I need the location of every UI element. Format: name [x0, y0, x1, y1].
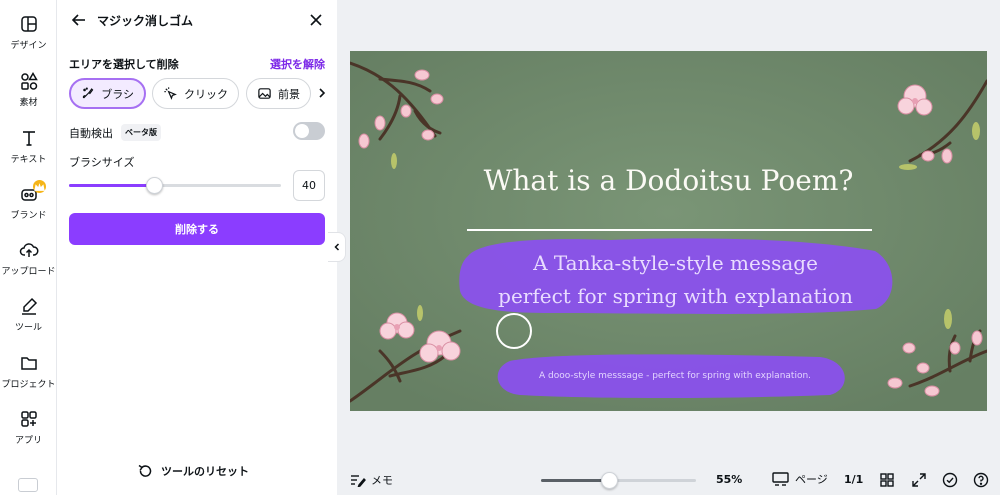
- rail-label-uploads: アップロード: [1, 267, 56, 277]
- brush-size-label: ブラシサイズ: [69, 156, 135, 169]
- pages-button[interactable]: ページ: [772, 471, 828, 487]
- pages-label: ページ: [795, 473, 828, 486]
- panel-header: マジック消しゴム: [57, 0, 337, 40]
- rail-label-design: デザイン: [10, 41, 47, 51]
- grid-view-icon[interactable]: [879, 472, 895, 488]
- brush-size-input[interactable]: 40: [293, 170, 325, 201]
- beta-badge: ベータ版: [121, 124, 161, 141]
- mode-foreground-label: 前景: [278, 87, 300, 101]
- rail-item-uploads[interactable]: アップロード: [0, 240, 57, 288]
- magic-click-icon: [164, 87, 177, 100]
- title-divider: [467, 229, 872, 231]
- rail-label-brand: ブランド: [10, 211, 47, 221]
- rail-item-design[interactable]: デザイン: [0, 14, 57, 62]
- rail-label-tools: ツール: [14, 323, 42, 333]
- rail-item-elements[interactable]: 素材: [0, 71, 57, 119]
- slide-caption[interactable]: A dooo-style messsage - perfect for spri…: [500, 371, 850, 381]
- rail-item-tools[interactable]: ツール: [0, 296, 57, 344]
- reset-icon: [138, 464, 152, 477]
- help-icon[interactable]: [973, 472, 989, 488]
- slide-subtitle[interactable]: A Tanka-style-style message perfect for …: [460, 247, 891, 313]
- back-arrow-icon[interactable]: [70, 11, 88, 29]
- rail-item-text[interactable]: テキスト: [0, 128, 57, 176]
- mode-brush-label: ブラシ: [101, 87, 134, 101]
- rail-item-brand[interactable]: ブランド: [0, 180, 57, 232]
- bottom-bar: メモ 55% ページ 1/1: [337, 466, 1000, 495]
- layout-icon: [20, 16, 37, 32]
- pages-icon: [772, 471, 789, 486]
- select-area-label: エリアを選択して削除: [69, 58, 179, 71]
- toggle-knob: [295, 124, 309, 138]
- reset-label: ツールのリセット: [161, 465, 249, 478]
- zoom-slider-thumb[interactable]: [601, 472, 619, 489]
- brush-size-slider-thumb[interactable]: [145, 177, 163, 194]
- more-apps-icon[interactable]: [18, 478, 38, 492]
- auto-detect-toggle[interactable]: [293, 122, 325, 140]
- reset-tool-button[interactable]: ツールのリセット: [137, 463, 249, 479]
- pen-tool-icon: [21, 297, 37, 315]
- deselect-link[interactable]: 選択を解除: [270, 56, 325, 72]
- notes-icon: [351, 475, 366, 487]
- crown-icon: [33, 180, 46, 193]
- brush-icon: [82, 87, 94, 99]
- brush-size-slider-fill: [69, 184, 154, 187]
- rail-item-projects[interactable]: プロジェクト: [0, 353, 57, 401]
- mode-foreground-button[interactable]: 前景: [246, 78, 311, 109]
- page-count: 1/1: [844, 473, 864, 486]
- erase-button[interactable]: 削除する: [69, 213, 325, 245]
- check-circle-icon[interactable]: [942, 472, 958, 488]
- mode-brush-button[interactable]: ブラシ: [69, 78, 146, 109]
- magic-eraser-panel: マジック消しゴム エリアを選択して削除 選択を解除 ブラシ クリック 前景 自動…: [57, 0, 337, 495]
- slide-subtitle-line-2: perfect for spring with explanation: [498, 284, 853, 308]
- chevron-right-icon[interactable]: [315, 86, 329, 100]
- rail-label-apps: アプリ: [14, 436, 42, 446]
- rail-label-text: テキスト: [10, 155, 47, 165]
- slide-subtitle-line-1: A Tanka-style-style message: [533, 251, 818, 275]
- cloud-upload-icon: [19, 243, 38, 257]
- shapes-icon: [20, 72, 38, 90]
- slide-title[interactable]: What is a Dodoitsu Poem?: [350, 164, 987, 197]
- folder-icon: [20, 357, 37, 370]
- chevron-left-icon: [333, 243, 339, 251]
- auto-detect-label: 自動検出: [69, 127, 113, 140]
- fullscreen-icon[interactable]: [911, 472, 927, 488]
- brush-size-slider[interactable]: [69, 177, 281, 194]
- rail-label-elements: 素材: [19, 98, 38, 108]
- zoom-slider-fill: [541, 479, 610, 482]
- slide-canvas[interactable]: What is a Dodoitsu Poem? A Tanka-style-s…: [350, 51, 987, 411]
- text-icon: [22, 131, 35, 146]
- collapse-panel-button[interactable]: [328, 232, 346, 262]
- notes-label: メモ: [371, 474, 393, 487]
- notes-button[interactable]: メモ: [350, 472, 393, 488]
- zoom-value[interactable]: 55%: [716, 473, 742, 486]
- apps-icon: [20, 411, 37, 427]
- close-icon[interactable]: [307, 11, 325, 29]
- rail-label-projects: プロジェクト: [1, 380, 56, 390]
- image-icon: [258, 88, 271, 99]
- mode-click-label: クリック: [184, 87, 228, 101]
- rail-item-apps[interactable]: アプリ: [0, 409, 57, 457]
- panel-title: マジック消しゴム: [97, 14, 194, 28]
- left-rail: デザイン 素材 テキスト ブランド アップロード ツール プロジェクト アプリ: [0, 0, 57, 495]
- mode-click-button[interactable]: クリック: [152, 78, 239, 109]
- slide-artwork: [350, 51, 987, 411]
- zoom-slider[interactable]: [541, 472, 696, 489]
